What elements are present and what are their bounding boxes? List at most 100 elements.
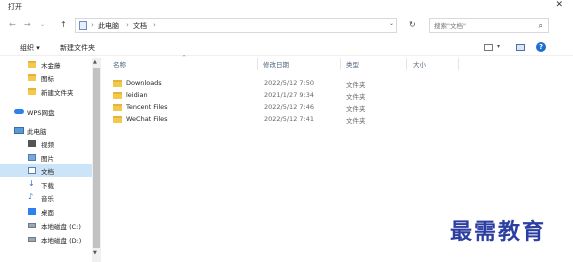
column-divider[interactable] [458, 58, 459, 70]
file-name: leidian [126, 91, 148, 99]
recent-locations-button[interactable]: ⌄ [40, 21, 45, 28]
sidebar-item-wps-drive[interactable]: WPS网盘 [0, 105, 92, 118]
video-icon [28, 140, 36, 147]
sidebar-item-drive-d[interactable]: 本地磁盘 (D:) [0, 233, 92, 246]
file-type: 文件夹 [346, 117, 366, 125]
sidebar-item-downloads[interactable]: ↓ 下载 [0, 178, 92, 191]
drive-icon [28, 237, 36, 242]
sidebar-item-music[interactable]: ♪ 音乐 [0, 191, 92, 204]
folder-icon [113, 80, 122, 87]
folder-icon [113, 104, 122, 111]
folder-icon [113, 92, 122, 99]
sidebar-item-pictures[interactable]: 图片 [0, 151, 92, 164]
forward-button[interactable]: → [24, 20, 31, 29]
navigation-pane[interactable]: 木金藤 图标 新建文件夹 WPS网盘 此电脑 视频 图片 文档 ↓ 下载 ♪ 音… [0, 58, 102, 262]
up-button[interactable]: ↑ [60, 20, 67, 29]
search-icon[interactable]: ⌕ [539, 21, 543, 31]
breadcrumb-separator: › [91, 21, 94, 29]
scrollbar-thumb[interactable] [93, 68, 100, 248]
title-bar: 打开 ✕ [0, 0, 573, 14]
watermark-logo: 最需教育 [450, 219, 547, 245]
file-date: 2021/1/27 9:34 [264, 91, 314, 99]
sidebar-item-label: 图标 [41, 75, 54, 83]
download-icon: ↓ [28, 179, 35, 188]
file-name: Tencent Files [126, 103, 168, 111]
scroll-up-icon[interactable]: ▲ [93, 59, 97, 65]
sidebar-item-this-pc[interactable]: 此电脑 [0, 124, 92, 137]
sidebar-item-label: 视频 [41, 141, 54, 149]
computer-icon [79, 21, 87, 30]
sidebar-item-documents[interactable]: 文档 [0, 164, 92, 177]
folder-icon [28, 88, 36, 95]
sidebar-item-label: 木金藤 [41, 62, 61, 70]
sidebar-item-mujinteng[interactable]: 木金藤 [0, 58, 92, 71]
drive-icon [28, 223, 36, 228]
back-button[interactable]: ← [9, 20, 16, 29]
column-divider[interactable] [406, 58, 407, 70]
sidebar-item-label: 新建文件夹 [41, 89, 74, 97]
folder-icon [28, 61, 36, 68]
cloud-icon [14, 109, 24, 114]
computer-icon [14, 127, 24, 134]
preview-pane-icon[interactable] [516, 44, 525, 51]
sidebar-item-label: 本地磁盘 (C:) [41, 223, 81, 231]
sidebar-item-new-folder[interactable]: 新建文件夹 [0, 85, 92, 98]
view-dropdown-icon[interactable]: ▾ [497, 43, 500, 50]
column-header-name[interactable]: 名称 [113, 59, 126, 69]
scroll-down-icon[interactable]: ▼ [93, 250, 97, 256]
address-row: ← → ⌄ ↑ › 此电脑 › 文档 › ⌄ ↻ ⌕ [0, 16, 573, 36]
desktop-icon [28, 208, 36, 215]
navigation-scrollbar[interactable]: ▲ ▼ [92, 58, 101, 262]
sidebar-item-label: WPS网盘 [27, 109, 55, 117]
refresh-button[interactable]: ↻ [409, 20, 416, 29]
sidebar-item-icons[interactable]: 图标 [0, 71, 92, 84]
folder-icon [113, 116, 122, 123]
folder-icon [28, 74, 36, 81]
close-button[interactable]: ✕ [555, 0, 563, 10]
file-name: Downloads [126, 79, 162, 87]
sidebar-item-drive-c[interactable]: 本地磁盘 (C:) [0, 219, 92, 232]
file-name: WeChat Files [126, 115, 168, 123]
sidebar-item-label: 桌面 [41, 209, 54, 217]
file-date: 2022/5/12 7:46 [264, 103, 314, 111]
sidebar-item-label: 图片 [41, 155, 54, 163]
file-row-wechat-files[interactable]: WeChat Files 2022/5/12 7:41 文件夹 [111, 113, 451, 125]
sidebar-item-label: 下载 [41, 182, 54, 190]
address-bar[interactable]: › 此电脑 › 文档 › [75, 18, 397, 33]
new-folder-button[interactable]: 新建文件夹 [60, 43, 95, 53]
file-row-downloads[interactable]: Downloads 2022/5/12 7:50 文件夹 [111, 77, 451, 89]
column-divider[interactable] [340, 58, 341, 70]
view-options-icon[interactable] [484, 44, 493, 51]
sidebar-item-label: 此电脑 [27, 128, 47, 136]
file-date: 2022/5/12 7:50 [264, 79, 314, 87]
search-box[interactable]: ⌕ [429, 18, 549, 33]
breadcrumb-this-pc[interactable]: 此电脑 [98, 21, 119, 31]
file-type: 文件夹 [346, 93, 366, 101]
column-header-date[interactable]: 修改日期 [263, 59, 289, 69]
column-header-size[interactable]: 大小 [413, 59, 426, 69]
command-bar: 组织 ▾ 新建文件夹 ▾ ? [0, 40, 573, 56]
pictures-icon [28, 154, 36, 161]
file-type: 文件夹 [346, 105, 366, 113]
file-row-leidian[interactable]: leidian 2021/1/27 9:34 文件夹 [111, 89, 451, 101]
help-icon[interactable]: ? [536, 42, 546, 52]
breadcrumb-separator: › [153, 21, 156, 29]
window-title: 打开 [8, 3, 22, 11]
column-header-type[interactable]: 类型 [346, 59, 359, 69]
sidebar-item-label: 本地磁盘 (D:) [41, 237, 82, 245]
music-icon: ♪ [28, 192, 34, 201]
file-type: 文件夹 [346, 81, 366, 89]
breadcrumb-documents[interactable]: 文档 [133, 21, 147, 31]
sidebar-item-videos[interactable]: 视频 [0, 137, 92, 150]
file-row-tencent-files[interactable]: Tencent Files 2022/5/12 7:46 文件夹 [111, 101, 451, 113]
sort-ascending-icon: ^ [182, 55, 187, 61]
breadcrumb-separator: › [126, 21, 129, 29]
sidebar-item-label: 音乐 [41, 195, 54, 203]
organize-button[interactable]: 组织 ▾ [20, 43, 40, 53]
search-input[interactable] [434, 22, 530, 30]
file-date: 2022/5/12 7:41 [264, 115, 314, 123]
sidebar-item-desktop[interactable]: 桌面 [0, 205, 92, 218]
address-dropdown-icon[interactable]: ⌄ [389, 20, 394, 27]
column-divider[interactable] [257, 58, 258, 70]
sidebar-item-label: 文档 [41, 168, 54, 176]
